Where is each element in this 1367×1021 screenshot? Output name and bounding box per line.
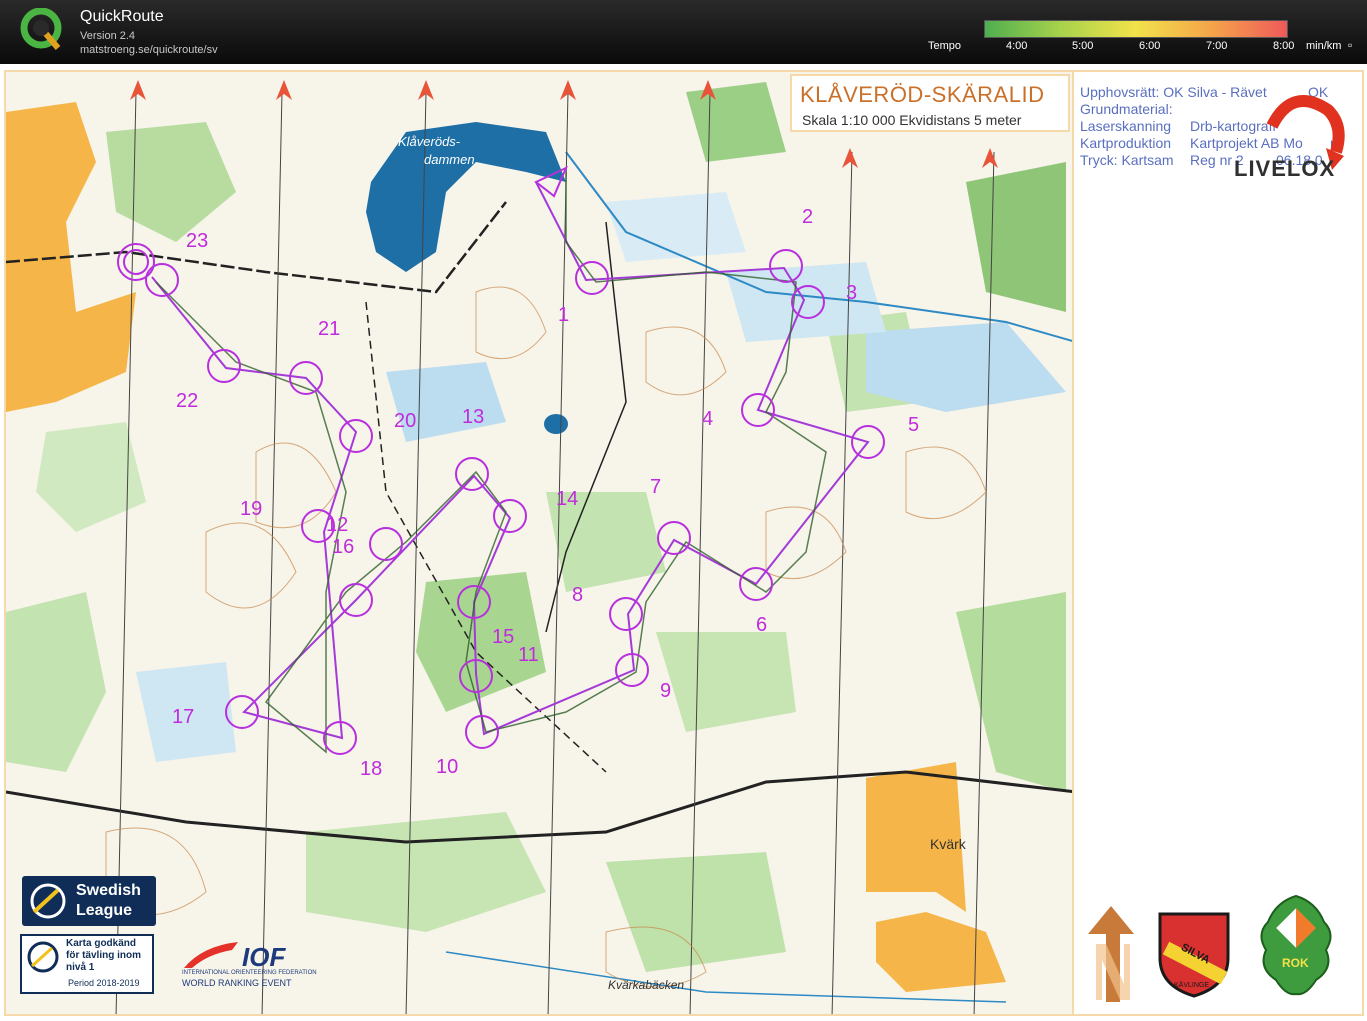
rok-club-logo: ROK [1254,892,1338,998]
map-title-box: KLÅVERÖD-SKÄRALID Skala 1:10 000 Ekvidis… [790,74,1070,132]
control-number: 11 [518,644,539,666]
tempo-tick: 8:00 [1273,40,1295,52]
control-number: 17 [172,706,195,728]
title-bar: QuickRoute Version 2.4 matstroeng.se/qui… [0,0,1367,64]
quickroute-logo-icon [20,8,62,50]
map-legend-panel [1072,70,1364,1016]
control-number: 23 [186,230,209,252]
swedish-league-logo: Swedish League [22,876,156,926]
north-arrow-logo-icon [1088,906,1134,1002]
control-number: 14 [556,488,579,510]
credit-line: Kartproduktion [1080,135,1172,151]
control-number: 3 [846,282,858,304]
silva-club-logo: SILVA KÄVLINGE [1154,908,1234,998]
tempo-tick: 6:00 [1139,40,1161,52]
control-number: 12 [326,514,349,536]
map-approved-badge: Karta godkänd för tävling inom nivå 1 Pe… [20,934,154,994]
oak-leaf-icon [1260,894,1332,996]
approved-text: för tävling inom [66,950,141,961]
swedish-league-text: League [76,902,133,919]
tempo-tick: 7:00 [1206,40,1228,52]
svensk-orientering-icon [27,941,59,973]
map-graphics [6,72,1072,1014]
approved-text: nivå 1 [66,962,95,973]
place-name: Kvärkabäcken [608,978,685,992]
approved-text: Karta godkänd [66,938,137,949]
control-number: 4 [702,408,714,430]
place-name: Klåveröds- [398,134,461,149]
rok-text: ROK [1282,956,1309,970]
tempo-tick: 5:00 [1072,40,1094,52]
silva-text: KÄVLINGE [1174,982,1210,989]
livelox-wordmark: LIVELOX [1234,156,1336,181]
control-number: 22 [176,390,199,412]
credit-line: Laserskanning [1080,118,1172,134]
iof-wordmark: IOF [242,942,286,972]
swedish-league-icon [30,883,66,919]
iof-event: WORLD RANKING EVENT [182,978,292,988]
control-number: 8 [572,584,584,606]
control-number: 10 [436,756,459,778]
map-title: KLÅVERÖD-SKÄRALID [800,82,1045,107]
control-number: 16 [332,536,355,558]
control-number: 2 [802,206,814,228]
tempo-label: Tempo [928,40,962,52]
orienteering-map[interactable] [4,70,1074,1016]
control-number: 5 [908,414,920,436]
control-number: 21 [318,318,341,340]
place-name: Kvärk [930,836,966,852]
tempo-unit: min/km [1306,40,1342,52]
tempo-tick: 4:00 [1006,40,1028,52]
control-number: 9 [660,680,672,702]
control-number: 6 [756,614,768,636]
iof-subtitle: INTERNATIONAL ORIENTEERING FEDERATION [182,970,317,976]
app-name: QuickRoute [80,8,164,25]
control-number: 7 [650,476,662,498]
restore-icon[interactable]: ▫ [1348,38,1352,52]
control-number: 13 [462,406,485,428]
control-number: 1 [558,304,570,326]
tempo-color-scale [984,20,1288,38]
map-scale: Skala 1:10 000 Ekvidistans 5 meter [802,112,1022,128]
control-number: 15 [492,626,515,648]
app-url[interactable]: matstroeng.se/quickroute/sv [80,44,218,56]
approved-text: Period 2018-2019 [68,978,140,988]
credit-line: Grundmaterial: [1080,101,1173,117]
app-version: Version 2.4 [80,30,136,42]
control-number: 20 [394,410,417,432]
place-name: dammen [424,152,475,167]
swedish-league-text: Swedish [76,882,141,899]
credit-line: Tryck: Kartsam [1080,152,1174,168]
control-number: 18 [360,758,383,780]
control-number: 19 [240,498,263,520]
iof-logo: IOF INTERNATIONAL ORIENTEERING FEDERATIO… [182,938,328,994]
